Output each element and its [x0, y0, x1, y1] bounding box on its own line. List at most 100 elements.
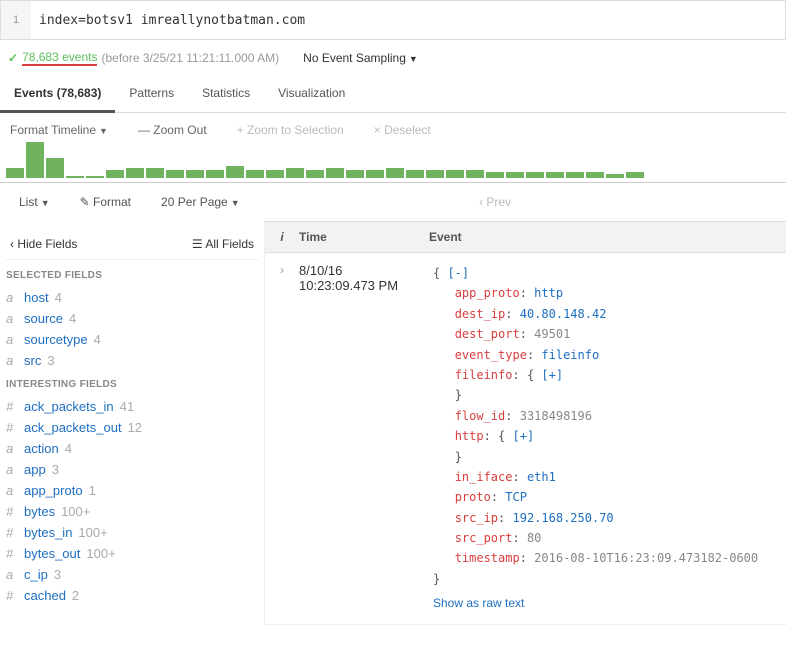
perpage-dropdown[interactable]: 20 Per Page▼ — [161, 195, 240, 209]
zoom-out-button[interactable]: — Zoom Out — [138, 123, 207, 137]
timeline-bar[interactable] — [266, 170, 284, 178]
timeline-bar[interactable] — [6, 168, 24, 178]
field-count: 12 — [128, 420, 142, 435]
field-type: # — [6, 588, 18, 603]
timeline-chart[interactable] — [0, 143, 786, 183]
hide-fields-button[interactable]: ‹ Hide Fields — [10, 237, 77, 251]
field-name: bytes — [24, 504, 55, 519]
field-type: a — [6, 567, 18, 582]
timeline-bar[interactable] — [346, 170, 364, 178]
val-dest-port[interactable]: 49501 — [534, 327, 570, 341]
timeline-bar[interactable] — [306, 170, 324, 178]
field-c_ip[interactable]: ac_ip3 — [6, 564, 258, 585]
timeline-bar[interactable] — [446, 170, 464, 178]
search-input[interactable] — [31, 1, 785, 39]
field-bytes_out[interactable]: #bytes_out100+ — [6, 543, 258, 564]
format-timeline-dropdown[interactable]: Format Timeline▼ — [10, 123, 108, 137]
field-app[interactable]: aapp3 — [6, 459, 258, 480]
timeline-bar[interactable] — [126, 168, 144, 178]
timeline-bar[interactable] — [26, 142, 44, 178]
field-action[interactable]: aaction4 — [6, 438, 258, 459]
timeline-bar[interactable] — [406, 170, 424, 178]
field-name: sourcetype — [24, 332, 88, 347]
event-count: 78,683 events — [22, 50, 97, 66]
prev-button[interactable]: ‹ Prev — [479, 195, 511, 209]
expand-fileinfo[interactable]: [+] — [541, 368, 563, 382]
chevron-down-icon: ▼ — [231, 198, 240, 208]
val-dest-ip[interactable]: 40.80.148.42 — [520, 307, 607, 321]
timeline-bar[interactable] — [186, 170, 204, 178]
val-src-ip[interactable]: 192.168.250.70 — [513, 511, 614, 525]
field-src[interactable]: asrc3 — [6, 350, 258, 371]
perpage-label: 20 Per Page — [161, 195, 228, 209]
tab-statistics[interactable]: Statistics — [188, 76, 264, 112]
field-name: bytes_in — [24, 525, 72, 540]
timeline-bar[interactable] — [546, 172, 564, 178]
event-time: 8/10/16 10:23:09.473 PM — [299, 253, 429, 624]
timeline-bar[interactable] — [66, 176, 84, 178]
field-ack_packets_out[interactable]: #ack_packets_out12 — [6, 417, 258, 438]
val-in-iface[interactable]: eth1 — [527, 470, 556, 484]
timeline-bar[interactable] — [486, 172, 504, 178]
field-count: 100+ — [78, 525, 107, 540]
timeline-bar[interactable] — [506, 172, 524, 178]
expand-toggle[interactable]: › — [265, 253, 299, 624]
results-pane: ‹ Hide Fields ☰ All Fields SELECTED FIEL… — [0, 221, 786, 625]
collapse-toggle[interactable]: [-] — [447, 266, 469, 280]
sampling-dropdown[interactable]: No Event Sampling▼ — [303, 51, 418, 65]
timeline-bar[interactable] — [586, 172, 604, 178]
timeline-bar[interactable] — [46, 158, 64, 178]
show-raw-text[interactable]: Show as raw text — [433, 593, 782, 613]
field-bytes_in[interactable]: #bytes_in100+ — [6, 522, 258, 543]
val-flow-id[interactable]: 3318498196 — [520, 409, 592, 423]
val-src-port[interactable]: 80 — [527, 531, 541, 545]
field-type: a — [6, 441, 18, 456]
timeline-bar[interactable] — [286, 168, 304, 178]
val-proto[interactable]: TCP — [505, 490, 527, 504]
tab-visualization[interactable]: Visualization — [264, 76, 359, 112]
timeline-bar[interactable] — [386, 168, 404, 178]
field-count: 4 — [94, 332, 101, 347]
all-fields-button[interactable]: ☰ All Fields — [192, 237, 254, 251]
hide-fields-label: Hide Fields — [17, 237, 77, 251]
format-dropdown[interactable]: ✎ Format — [80, 195, 131, 209]
timeline-bar[interactable] — [86, 176, 104, 178]
timeline-bar[interactable] — [606, 174, 624, 178]
field-ack_packets_in[interactable]: #ack_packets_in41 — [6, 396, 258, 417]
timeline-bar[interactable] — [466, 170, 484, 178]
event-timerange: (before 3/25/21 11:21:11.000 AM) — [101, 51, 279, 65]
timeline-bar[interactable] — [106, 170, 124, 178]
expand-http[interactable]: [+] — [513, 429, 535, 443]
field-type: a — [6, 462, 18, 477]
tab-patterns[interactable]: Patterns — [115, 76, 188, 112]
timeline-bar[interactable] — [626, 172, 644, 178]
timeline-bar[interactable] — [246, 170, 264, 178]
val-app-proto[interactable]: http — [534, 286, 563, 300]
list-mode-dropdown[interactable]: List▼ — [19, 195, 50, 209]
timeline-bar[interactable] — [426, 170, 444, 178]
timeline-bar[interactable] — [166, 170, 184, 178]
timeline-bar[interactable] — [226, 166, 244, 178]
field-app_proto[interactable]: aapp_proto1 — [6, 480, 258, 501]
timeline-bar[interactable] — [206, 170, 224, 178]
timeline-bar[interactable] — [366, 170, 384, 178]
timeline-bar[interactable] — [526, 172, 544, 178]
val-timestamp[interactable]: 2016-08-10T16:23:09.473182-0600 — [534, 551, 758, 565]
col-time[interactable]: Time — [299, 222, 429, 252]
timeline-bar[interactable] — [146, 168, 164, 178]
field-host[interactable]: ahost4 — [6, 287, 258, 308]
result-status: ✓ 78,683 events (before 3/25/21 11:21:11… — [8, 50, 279, 66]
tab-events[interactable]: Events (78,683) — [0, 76, 115, 113]
timeline-bar[interactable] — [326, 168, 344, 178]
field-count: 2 — [72, 588, 79, 603]
events-header: i Time Event — [265, 221, 786, 253]
field-bytes[interactable]: #bytes100+ — [6, 501, 258, 522]
field-source[interactable]: asource4 — [6, 308, 258, 329]
selected-fields-title: SELECTED FIELDS — [6, 270, 258, 281]
field-count: 1 — [89, 483, 96, 498]
timeline-bar[interactable] — [566, 172, 584, 178]
field-name: bytes_out — [24, 546, 80, 561]
val-event-type[interactable]: fileinfo — [541, 348, 599, 362]
field-cached[interactable]: #cached2 — [6, 585, 258, 606]
field-sourcetype[interactable]: asourcetype4 — [6, 329, 258, 350]
